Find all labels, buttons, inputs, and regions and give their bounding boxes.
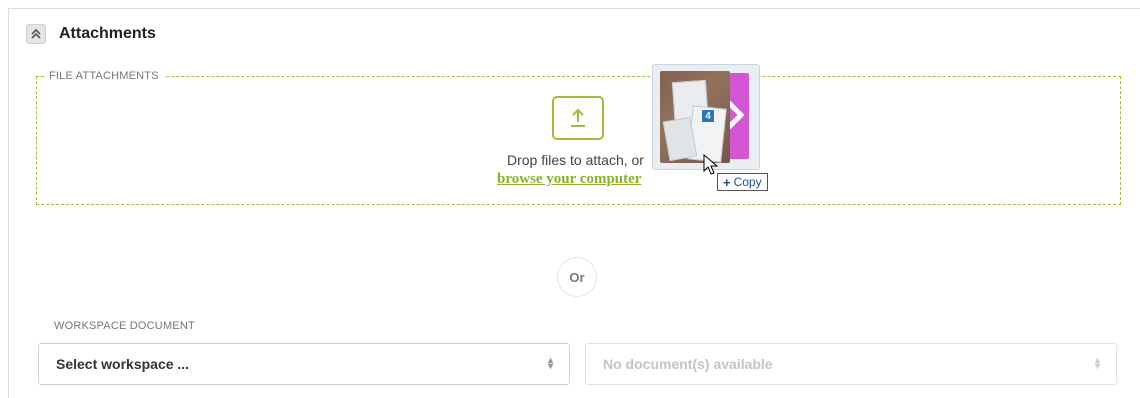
document-select: No document(s) available ▴ ▾ — [585, 343, 1117, 385]
workspace-document-label: WORKSPACE DOCUMENT — [54, 320, 195, 332]
photo-thumbnail — [660, 71, 730, 163]
drop-instruction: Drop files to attach, or — [507, 152, 644, 168]
select-arrows-icon: ▴ ▾ — [1094, 355, 1100, 372]
select-arrows-icon: ▴ ▾ — [547, 355, 553, 372]
workspace-select[interactable]: Select workspace ... ▴ ▾ — [38, 343, 570, 385]
section-title: Attachments — [59, 25, 156, 42]
copy-label: Copy — [733, 175, 762, 189]
plus-icon: + — [723, 174, 731, 190]
upload-arrow-icon — [571, 108, 585, 127]
workspace-select-value: Select workspace ... — [56, 356, 190, 372]
section-header: Attachments — [26, 24, 156, 44]
collapse-button[interactable] — [26, 24, 46, 44]
copy-tooltip: + Copy — [717, 173, 768, 191]
browse-computer-link[interactable]: browse your computer — [497, 171, 641, 188]
upload-icon[interactable] — [552, 96, 604, 140]
file-count-badge: 4 — [701, 109, 715, 123]
file-attachments-legend: FILE ATTACHMENTS — [44, 70, 164, 82]
document-select-value: No document(s) available — [603, 356, 773, 372]
chevron-double-up-icon — [31, 28, 41, 39]
or-label: Or — [569, 269, 585, 285]
or-divider: Or — [557, 257, 597, 297]
